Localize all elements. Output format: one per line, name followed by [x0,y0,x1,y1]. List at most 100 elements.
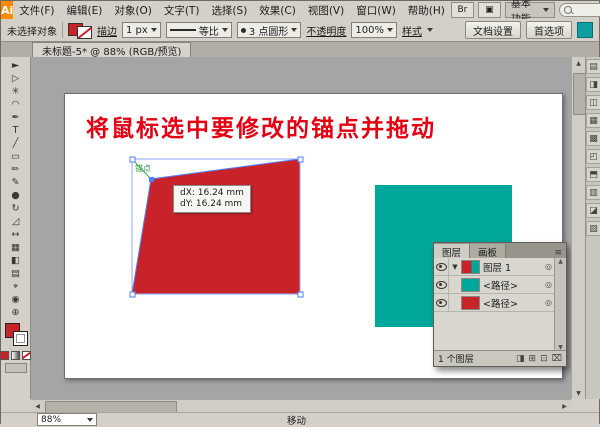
rotate-tool[interactable]: ↻ [4,202,28,215]
paintbrush-tool[interactable]: ✏ [4,163,28,176]
red-rectangle-shape[interactable] [132,159,300,294]
dock-panel-icon-transparency[interactable]: ⬒ [586,167,600,182]
bridge-button[interactable]: Br [450,2,474,18]
stroke-width-dropdown[interactable]: 1 px [122,22,161,38]
hand-tool[interactable]: ◉ [4,293,28,306]
menu-edit[interactable]: 编辑(E) [61,3,109,18]
anchor-point[interactable] [297,291,304,298]
eyedropper-tool[interactable]: ⌖ [4,280,28,293]
menu-help[interactable]: 帮助(H) [402,3,451,18]
menu-view[interactable]: 视图(V) [302,3,350,18]
horizontal-scrollbar[interactable]: ◀ ▶ [31,399,571,413]
blob-brush-tool[interactable]: ● [4,189,28,202]
zoom-tool[interactable]: ⊕ [4,306,28,319]
scroll-down-icon[interactable]: ▼ [572,387,585,399]
tutorial-heading-text[interactable]: 将鼠标选中要修改的锚点并拖动 [86,109,436,143]
selection-tool[interactable]: ► [4,59,28,72]
path-row-teal[interactable]: <路径> ◎ [434,276,555,294]
tab-artboards[interactable]: 画板 [470,244,507,259]
path-name[interactable]: <路径> [483,296,545,310]
dock-panel-icon-swatches[interactable]: ◨ [586,77,600,92]
document-tab[interactable]: 未标题-5* @ 88% (RGB/预览) [32,42,192,58]
new-sublayer-button[interactable]: ⊞ [529,354,537,364]
layers-list: ▼ 图层 1 ◎ <路径> ◎ <路径> ◎ [434,258,555,351]
make-clipping-mask-button[interactable]: ◨ [516,354,525,364]
rectangle-tool[interactable]: ▭ [4,150,28,163]
width-tool[interactable]: ↔ [4,228,28,241]
search-input[interactable] [558,3,600,17]
expand-triangle-icon[interactable]: ▼ [449,263,461,271]
dock-panel-icon-brushes[interactable]: ◫ [586,95,600,110]
scroll-up-icon[interactable]: ▲ [558,258,563,265]
menu-object[interactable]: 对象(O) [108,3,157,18]
menu-type[interactable]: 文字(T) [158,3,206,18]
scale-tool[interactable]: ◿ [4,215,28,228]
dock-panel-icon-layers[interactable]: ▧ [586,221,600,236]
dock-panel-icon-appearance[interactable]: ▥ [586,185,600,200]
preferences-button[interactable]: 首选项 [526,21,572,39]
dock-panel-icon-gradient[interactable]: ◰ [586,149,600,164]
dock-panel-icon-stroke[interactable]: ▩ [586,131,600,146]
target-icon[interactable]: ◎ [545,280,552,289]
pen-tool[interactable]: ✒ [4,111,28,124]
free-transform-tool[interactable]: ▦ [4,241,28,254]
scroll-up-icon[interactable]: ▲ [572,57,585,69]
menu-effect[interactable]: 效果(C) [253,3,302,18]
document-tab-bar: 未标题-5* @ 88% (RGB/预览) [1,42,599,58]
stroke-color-swatch[interactable] [77,26,92,39]
target-icon[interactable]: ◎ [545,298,552,307]
scroll-right-icon[interactable]: ▶ [558,400,571,412]
scroll-left-icon[interactable]: ◀ [31,400,44,412]
anchor-point[interactable] [297,156,304,163]
dock-panel-icon-symbols[interactable]: ▦ [586,113,600,128]
layer-name[interactable]: 图层 1 [483,260,545,274]
visibility-cell[interactable] [434,294,449,311]
lasso-tool[interactable]: ◠ [4,98,28,111]
anchor-point[interactable] [129,291,136,298]
style-panel-link[interactable]: 样式 [402,23,422,38]
panel-menu-icon[interactable]: ≡ [550,248,566,258]
menu-select[interactable]: 选择(S) [205,3,253,18]
brush-dropdown[interactable]: 3 点圆形 [236,22,302,38]
anchor-point-dragged[interactable] [149,177,154,182]
direct-selection-tool[interactable]: ▷ [4,72,28,85]
draw-mode-button[interactable] [4,363,27,373]
visibility-cell[interactable] [434,276,449,293]
visibility-cell[interactable] [434,258,449,275]
document-setup-button[interactable]: 文档设置 [465,21,521,39]
target-icon[interactable]: ◎ [545,262,552,271]
vertical-scrollbar[interactable]: ▲ ▼ [571,57,586,399]
shape-builder-tool[interactable]: ◧ [4,254,28,267]
workspace-switcher[interactable]: 基本功能 [504,0,555,25]
vertical-scroll-thumb[interactable] [573,73,586,115]
stroke-color-swatch[interactable] [12,331,28,346]
opacity-dropdown[interactable]: 100% [351,22,397,38]
gradient-button[interactable] [11,351,20,360]
menu-file[interactable]: 文件(F) [13,3,60,18]
opacity-panel-link[interactable]: 不透明度 [306,23,346,38]
arrange-documents-button[interactable]: ▣ [477,2,501,18]
stroke-panel-link[interactable]: 描边 [97,23,117,38]
delete-layer-button[interactable]: ⌧ [552,354,562,364]
none-button[interactable] [22,351,31,360]
layers-scrollbar[interactable]: ▲ ▼ [554,258,566,351]
type-tool[interactable]: T [4,124,28,137]
tab-layers[interactable]: 图层 [434,244,471,259]
new-layer-button[interactable]: ⊡ [540,354,548,364]
menu-window[interactable]: 窗口(W) [350,3,402,18]
line-segment-tool[interactable]: ╱ [4,137,28,150]
teal-app-icon[interactable] [577,22,593,38]
stroke-profile-dropdown[interactable]: 等比 [165,22,232,38]
anchor-point-original[interactable] [129,156,136,163]
dock-panel-icon-color[interactable]: ▤ [586,59,600,74]
gradient-tool[interactable]: ▤ [4,267,28,280]
path-name[interactable]: <路径> [483,278,545,292]
pencil-tool[interactable]: ✎ [4,176,28,189]
path-row-red[interactable]: <路径> ◎ [434,294,555,312]
magic-wand-tool[interactable]: ✳ [4,85,28,98]
dock-panel-icon-graphic-styles[interactable]: ◪ [586,203,600,218]
selection-status-label: 未选择对象 [7,26,57,38]
color-button[interactable] [0,351,9,360]
layer-row[interactable]: ▼ 图层 1 ◎ [434,258,555,276]
zoom-level-dropdown[interactable]: 88% [37,413,97,426]
